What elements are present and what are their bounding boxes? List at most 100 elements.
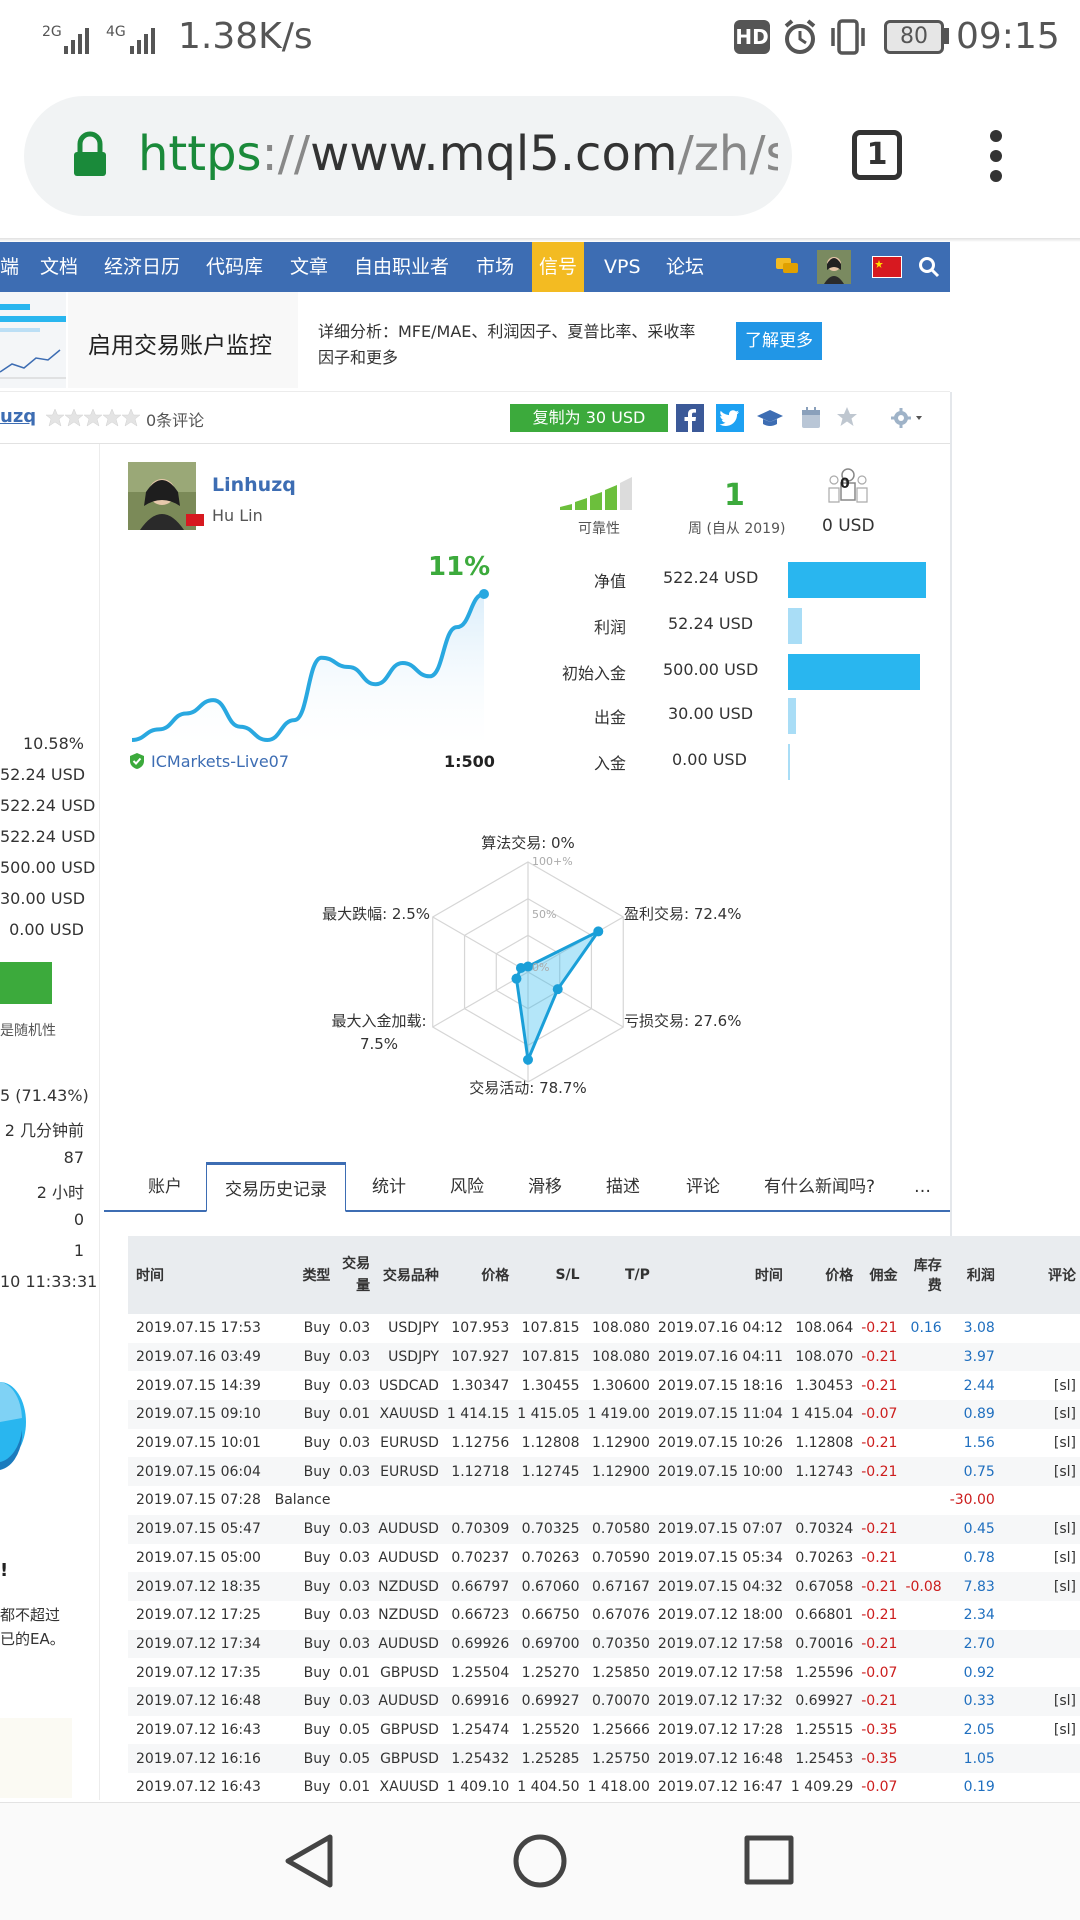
table-row[interactable]: 2019.07.12 18:35 Buy 0.03 NZDUSD 0.66797 0.67… bbox=[128, 1572, 1080, 1601]
table-row[interactable]: 2019.07.15 14:39 Buy 0.03 USDCAD 1.30347 1.30… bbox=[128, 1371, 1080, 1401]
broker-link[interactable]: ICMarkets-Live07 bbox=[151, 752, 289, 771]
cell-type: Buy bbox=[270, 1572, 335, 1601]
cell-comment: [sl] bbox=[998, 1457, 1080, 1487]
tab-news[interactable]: 有什么新闻吗? bbox=[764, 1162, 875, 1212]
cell-type: Buy bbox=[270, 1600, 335, 1630]
nav-item-freelance[interactable]: 自由职业者 bbox=[354, 242, 449, 292]
nav-item-vps[interactable]: VPS bbox=[604, 242, 641, 292]
th-type[interactable]: 类型 bbox=[270, 1236, 335, 1314]
search-icon[interactable] bbox=[918, 256, 940, 278]
table-row[interactable]: 2019.07.15 05:47 Buy 0.03 AUDUSD 0.70309 0.70… bbox=[128, 1514, 1080, 1544]
left-warning-line1: 都不超过 bbox=[0, 1606, 61, 1624]
cell-tp: 1.25850 bbox=[583, 1658, 654, 1687]
tab-description[interactable]: 描述 bbox=[606, 1162, 640, 1212]
copy-signal-button[interactable]: 复制为 30 USD bbox=[510, 404, 668, 432]
tab-account[interactable]: 账户 bbox=[148, 1162, 182, 1212]
nav-item-terminal[interactable]: 端 bbox=[0, 242, 19, 292]
table-row[interactable]: 2019.07.15 06:04 Buy 0.03 EURUSD 1.12718 1.12… bbox=[128, 1457, 1080, 1487]
cell-type: Buy bbox=[270, 1342, 335, 1372]
nav-item-market[interactable]: 市场 bbox=[476, 242, 514, 292]
nav-item-forum[interactable]: 论坛 bbox=[666, 242, 704, 292]
settings-gear-icon[interactable] bbox=[890, 406, 926, 430]
cell-volume: 0.01 bbox=[334, 1658, 375, 1687]
table-row[interactable]: 2019.07.12 16:48 Buy 0.03 AUDUSD 0.69916 0.69… bbox=[128, 1686, 1080, 1716]
left-warning-line2: 已的EA。 bbox=[0, 1630, 65, 1648]
table-row[interactable]: 2019.07.12 16:16 Buy 0.05 GBPUSD 1.25432 1.25… bbox=[128, 1744, 1080, 1773]
table-row[interactable]: 2019.07.15 10:01 Buy 0.03 EURUSD 1.12756 1.12… bbox=[128, 1428, 1080, 1458]
th-close-time[interactable]: 时间 bbox=[653, 1236, 787, 1314]
cell-close-time: 2019.07.12 17:58 bbox=[653, 1658, 787, 1687]
tab-switcher-button[interactable]: 1 bbox=[852, 130, 902, 180]
table-row[interactable]: 2019.07.12 17:25 Buy 0.03 NZDUSD 0.66723 0.66… bbox=[128, 1600, 1080, 1630]
radar-point bbox=[552, 984, 563, 995]
tab-statistics[interactable]: 统计 bbox=[372, 1162, 406, 1212]
cell-sl: 0.70263 bbox=[513, 1543, 584, 1573]
cell-close-time: 2019.07.16 04:12 bbox=[653, 1314, 787, 1343]
facebook-icon[interactable] bbox=[676, 404, 704, 432]
table-row[interactable]: 2019.07.12 16:43 Buy 0.01 XAUUSD 1 409.10 1 4… bbox=[128, 1773, 1080, 1801]
cell-commission: -0.21 bbox=[857, 1514, 902, 1544]
cell-symbol: AUDUSD bbox=[374, 1686, 443, 1716]
cell-close-time: 2019.07.15 04:32 bbox=[653, 1572, 787, 1601]
th-profit[interactable]: 利润 bbox=[945, 1236, 999, 1314]
chat-icon[interactable] bbox=[776, 256, 798, 276]
th-volume[interactable]: 交易量 bbox=[334, 1236, 375, 1314]
cell-swap: 0.16 bbox=[901, 1314, 946, 1343]
nav-item-docs[interactable]: 文档 bbox=[40, 242, 78, 292]
address-bar[interactable]: https://www.mql5.com/zh/sig bbox=[24, 96, 792, 216]
cell-open-time: 2019.07.15 10:01 bbox=[128, 1428, 271, 1458]
twitter-icon[interactable] bbox=[716, 404, 744, 432]
table-row[interactable]: 2019.07.15 09:10 Buy 0.01 XAUUSD 1 414.15 1 4… bbox=[128, 1400, 1080, 1429]
cell-close-time: 2019.07.15 07:07 bbox=[653, 1514, 787, 1544]
table-row[interactable]: 2019.07.15 17:53 Buy 0.03 USDJPY 107.953 107.… bbox=[128, 1314, 1080, 1343]
th-comment[interactable]: 评论 bbox=[998, 1236, 1080, 1314]
table-row[interactable]: 2019.07.15 05:00 Buy 0.03 AUDUSD 0.70237 0.70… bbox=[128, 1543, 1080, 1573]
back-icon[interactable] bbox=[282, 1833, 338, 1889]
cell-swap bbox=[901, 1744, 946, 1773]
table-row[interactable]: 2019.07.12 17:34 Buy 0.03 AUDUSD 0.69926 0.69… bbox=[128, 1629, 1080, 1659]
more-menu-icon[interactable] bbox=[984, 126, 1008, 186]
review-count[interactable]: 0条评论 bbox=[146, 407, 204, 431]
rating-stars-icon[interactable] bbox=[45, 408, 142, 428]
home-icon[interactable] bbox=[512, 1833, 568, 1889]
china-flag-icon[interactable] bbox=[872, 256, 902, 278]
cell-sl: 1.12808 bbox=[513, 1428, 584, 1458]
stat-label-equity: 净值 bbox=[593, 572, 626, 591]
table-row[interactable]: 2019.07.15 07:28 Balance -30.00 bbox=[128, 1486, 1080, 1515]
calendar-icon[interactable] bbox=[800, 406, 822, 430]
signal-name-link[interactable]: uzq bbox=[0, 406, 36, 427]
learn-more-button[interactable]: 了解更多 bbox=[736, 322, 822, 360]
th-symbol[interactable]: 交易品种 bbox=[374, 1236, 443, 1314]
profile-name[interactable]: Linhuzq bbox=[212, 474, 296, 496]
table-row[interactable]: 2019.07.12 16:43 Buy 0.05 GBPUSD 1.25474 1.25… bbox=[128, 1715, 1080, 1745]
tab-risks[interactable]: 风险 bbox=[450, 1162, 484, 1212]
nav-item-signals[interactable]: 信号 bbox=[532, 242, 585, 292]
tab-trade-history[interactable]: 交易历史记录 bbox=[206, 1162, 346, 1212]
tab-more[interactable]: … bbox=[914, 1162, 931, 1212]
tab-reviews[interactable]: 评论 bbox=[686, 1162, 720, 1212]
th-close-price[interactable]: 价格 bbox=[786, 1236, 858, 1314]
left-note-box bbox=[0, 1718, 72, 1798]
nav-item-codebase[interactable]: 代码库 bbox=[206, 242, 263, 292]
nav-item-calendar[interactable]: 经济日历 bbox=[104, 242, 180, 292]
th-commission[interactable]: 佣金 bbox=[857, 1236, 902, 1314]
favorite-star-icon[interactable] bbox=[836, 406, 858, 428]
cell-profit: 1.56 bbox=[945, 1428, 999, 1458]
cell-swap bbox=[901, 1658, 946, 1687]
th-open-price[interactable]: 价格 bbox=[442, 1236, 514, 1314]
table-row[interactable]: 2019.07.12 17:35 Buy 0.01 GBPUSD 1.25504 1.25… bbox=[128, 1658, 1080, 1687]
th-swap[interactable]: 库存费 bbox=[901, 1236, 946, 1314]
tab-slippage[interactable]: 滑移 bbox=[528, 1162, 562, 1212]
url-text[interactable]: https://www.mql5.com/zh/sig bbox=[138, 126, 778, 190]
cell-profit: 2.70 bbox=[945, 1629, 999, 1659]
recents-icon[interactable] bbox=[744, 1835, 794, 1885]
user-avatar[interactable] bbox=[817, 250, 851, 284]
cell-volume: 0.03 bbox=[334, 1686, 375, 1716]
graduation-cap-icon[interactable] bbox=[756, 404, 784, 432]
nav-item-articles[interactable]: 文章 bbox=[290, 242, 328, 292]
th-sl[interactable]: S/L bbox=[513, 1236, 584, 1314]
cell-commission: -0.21 bbox=[857, 1686, 902, 1716]
th-open-time[interactable]: 时间 bbox=[128, 1236, 271, 1314]
th-tp[interactable]: T/P bbox=[583, 1236, 654, 1314]
table-row[interactable]: 2019.07.16 03:49 Buy 0.03 USDJPY 107.927 107.… bbox=[128, 1342, 1080, 1372]
